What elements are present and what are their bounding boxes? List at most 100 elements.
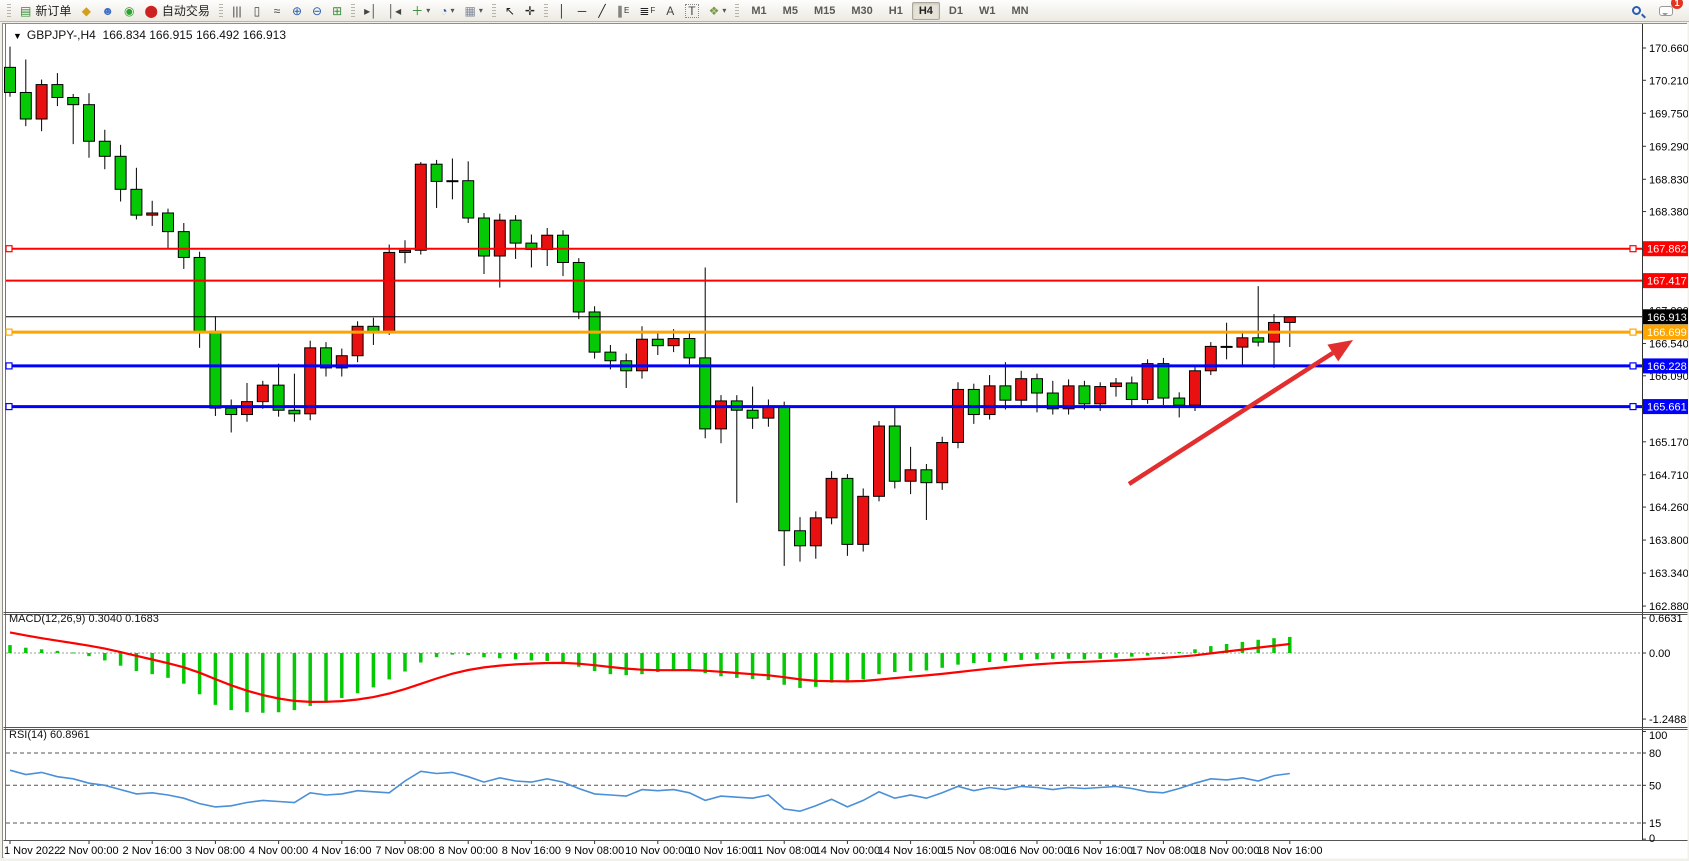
metaeditor-button-icon: ◆	[82, 5, 91, 17]
autotrading-button[interactable]: ⬤ 自动交易	[140, 2, 213, 20]
horizontal-line-button-icon: ─	[578, 5, 587, 17]
tile-windows-button-icon: ⊞	[332, 5, 342, 17]
new-order-button[interactable]: ▤新订单	[16, 2, 75, 20]
zoom-in-button-icon: ⊕	[292, 5, 302, 17]
svg-text:14 Nov 00:00: 14 Nov 00:00	[815, 845, 880, 857]
svg-text:14 Nov 16:00: 14 Nov 16:00	[878, 845, 943, 857]
timeframe-m5-button[interactable]: M5	[776, 2, 805, 20]
market-watch-button-icon: ☻	[101, 5, 114, 17]
line-chart-button-icon: ≈	[274, 5, 281, 17]
bar-chart-button-icon: |||	[232, 5, 241, 17]
svg-text:170.210: 170.210	[1649, 75, 1688, 87]
svg-text:167.417: 167.417	[1647, 276, 1687, 288]
zoom-in-button[interactable]: ⊕	[288, 2, 306, 20]
svg-text:170.660: 170.660	[1649, 43, 1688, 55]
templates-button-icon: ▦	[464, 5, 475, 17]
notifications-button[interactable]: 1	[1655, 2, 1677, 20]
autotrading-button-icon: ⬤	[144, 5, 157, 17]
chevron-down-icon[interactable]: ▾	[426, 6, 430, 15]
svg-text:80: 80	[1649, 748, 1661, 760]
chevron-down-icon[interactable]: ▾	[479, 6, 483, 15]
svg-text:16 Nov 00:00: 16 Nov 00:00	[1004, 845, 1069, 857]
svg-text:0.6631: 0.6631	[1649, 613, 1683, 625]
svg-text:100: 100	[1649, 730, 1667, 742]
svg-text:10 Nov 16:00: 10 Nov 16:00	[688, 845, 753, 857]
svg-text:18 Nov 00:00: 18 Nov 00:00	[1194, 845, 1259, 857]
timeframe-m1-button[interactable]: M1	[744, 2, 773, 20]
svg-text:2 Nov 16:00: 2 Nov 16:00	[123, 845, 182, 857]
periods-button-icon: ◔	[440, 5, 447, 17]
svg-text:166.699: 166.699	[1647, 327, 1687, 339]
search-icon	[1632, 6, 1641, 15]
svg-text:18 Nov 16:00: 18 Nov 16:00	[1257, 845, 1322, 857]
metaeditor-button[interactable]: ◆	[77, 2, 95, 20]
svg-text:162.880: 162.880	[1649, 601, 1688, 613]
timeframe-h4-button[interactable]: H4	[912, 2, 940, 20]
crosshair-button[interactable]: ✛	[521, 2, 539, 20]
timeframe-d1-button[interactable]: D1	[942, 2, 970, 20]
svg-text:164.710: 164.710	[1649, 470, 1688, 482]
svg-text:169.290: 169.290	[1649, 141, 1688, 153]
chart-window[interactable]: ▼GBPJPY-,H4 166.834 166.915 166.492 166.…	[2, 23, 1687, 858]
cursor-button-icon: ↖	[505, 5, 515, 17]
svg-text:-1.2488: -1.2488	[1649, 714, 1686, 726]
svg-text:165.170: 165.170	[1649, 437, 1688, 449]
zoom-out-button-icon: ⊖	[312, 5, 322, 17]
timeframe-h1-button[interactable]: H1	[882, 2, 910, 20]
timeframe-mn-button[interactable]: MN	[1004, 2, 1035, 20]
chart-symbol-period: GBPJPY-,H4	[27, 28, 96, 42]
svg-text:15 Nov 08:00: 15 Nov 08:00	[941, 845, 1006, 857]
arrows-button[interactable]: ❖▾	[705, 2, 731, 20]
svg-text:4 Nov 16:00: 4 Nov 16:00	[312, 845, 371, 857]
chevron-down-icon[interactable]: ▾	[722, 6, 726, 15]
zoom-out-button[interactable]: ⊖	[308, 2, 326, 20]
main-toolbar: ▤新订单◆☻◉⬤自动交易|||▯≈⊕⊖⊞▸││◂＋▾◔▾▦▾↖✛│─╱∥E≣FA…	[0, 0, 1689, 22]
chevron-down-icon[interactable]: ▾	[450, 6, 454, 15]
timeframe-m30-button[interactable]: M30	[844, 2, 879, 20]
text-button[interactable]: A	[661, 2, 679, 20]
line-chart-button[interactable]: ≈	[268, 2, 286, 20]
new-order-button-label: 新订单	[35, 2, 71, 19]
toolbar-grip	[544, 4, 548, 18]
svg-text:169.750: 169.750	[1649, 108, 1688, 120]
fibonacci-button-icon: ≣	[639, 5, 649, 17]
rsi-indicator-label: RSI(14) 60.8961	[9, 729, 90, 741]
svg-text:167.862: 167.862	[1647, 244, 1687, 256]
text-label-button[interactable]: T	[681, 2, 702, 20]
svg-text:2 Nov 00:00: 2 Nov 00:00	[59, 845, 118, 857]
market-watch-button[interactable]: ☻	[97, 2, 118, 20]
timeframe-m15-button[interactable]: M15	[807, 2, 842, 20]
rsi-value: 60.8961	[50, 729, 90, 741]
svg-text:166.228: 166.228	[1647, 361, 1687, 373]
chart-shift-button[interactable]: │◂	[384, 2, 406, 20]
indicators-button-icon: ＋	[411, 5, 423, 17]
search-button[interactable]	[1627, 2, 1645, 20]
svg-text:1 Nov 2022: 1 Nov 2022	[4, 845, 60, 857]
candlestick-button[interactable]: ▯	[248, 2, 266, 20]
autotrading-button-label: 自动交易	[162, 2, 210, 19]
indicators-button[interactable]: ＋▾	[407, 2, 434, 20]
toolbar-grip	[351, 4, 355, 18]
timeframe-w1-button[interactable]: W1	[972, 2, 1003, 20]
svg-text:15: 15	[1649, 818, 1661, 830]
arrows-button-icon: ❖	[709, 5, 720, 17]
horizontal-line-button[interactable]: ─	[573, 2, 591, 20]
toolbar-grip	[735, 4, 739, 18]
vertical-line-button-icon: │	[558, 5, 566, 17]
trendline-button[interactable]: ╱	[593, 2, 611, 20]
fibonacci-button[interactable]: ≣F	[635, 2, 659, 20]
bar-chart-button[interactable]: |||	[228, 2, 246, 20]
signals-button[interactable]: ◉	[120, 2, 138, 20]
templates-button[interactable]: ▦▾	[460, 2, 486, 20]
channel-button[interactable]: ∥E	[613, 2, 633, 20]
chart-canvas[interactable]: 170.660170.210169.750169.290168.830168.3…	[3, 24, 1688, 859]
periods-button[interactable]: ◔▾	[436, 2, 458, 20]
vertical-line-button[interactable]: │	[553, 2, 571, 20]
cursor-button[interactable]: ↖	[501, 2, 519, 20]
tile-windows-button[interactable]: ⊞	[328, 2, 346, 20]
svg-text:16 Nov 16:00: 16 Nov 16:00	[1067, 845, 1132, 857]
svg-text:164.260: 164.260	[1649, 502, 1688, 514]
auto-scroll-button[interactable]: ▸│	[360, 2, 382, 20]
chart-menu-icon[interactable]: ▼	[13, 31, 22, 41]
svg-text:4 Nov 00:00: 4 Nov 00:00	[249, 845, 308, 857]
